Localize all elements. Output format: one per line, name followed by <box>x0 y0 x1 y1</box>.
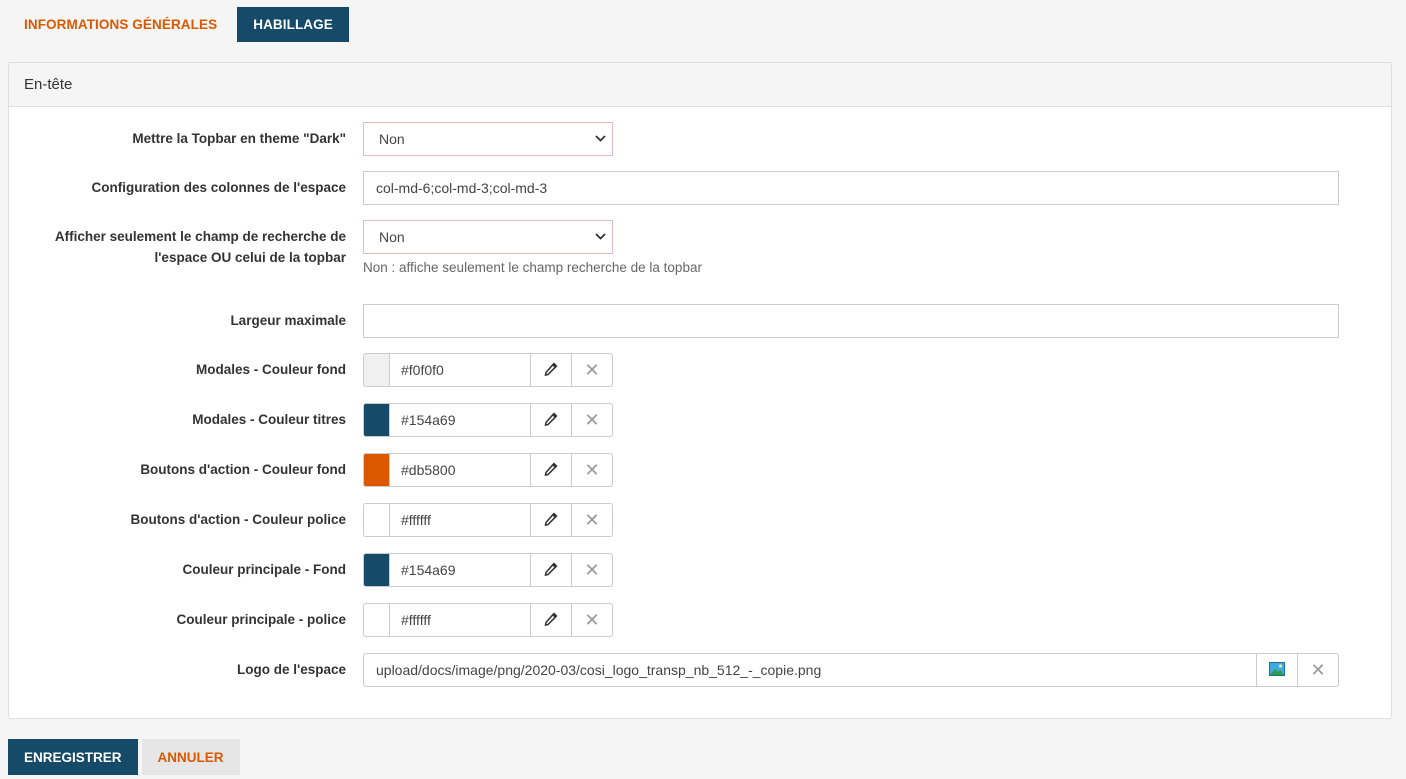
eyedropper-button[interactable] <box>531 553 572 587</box>
close-icon: ✕ <box>584 410 600 430</box>
field-label: Couleur principale - police <box>176 612 346 627</box>
tab-bar: INFORMATIONS GÉNÉRALES HABILLAGE <box>8 7 349 42</box>
eyedropper-icon <box>543 361 559 380</box>
eyedropper-icon <box>543 411 559 430</box>
close-icon: ✕ <box>584 510 600 530</box>
chevron-down-icon <box>595 133 606 145</box>
label-line: l'espace OU celui de la topbar <box>154 250 346 265</box>
search-only-select[interactable]: Non <box>363 220 613 254</box>
save-button[interactable]: ENREGISTRER <box>8 739 138 775</box>
color-swatch[interactable] <box>363 453 389 487</box>
close-icon: ✕ <box>1310 660 1326 680</box>
color-clear-button[interactable]: ✕ <box>572 453 613 487</box>
color-picker-group: #ffffff ✕ <box>363 503 613 537</box>
label-line: Afficher seulement le champ de recherche… <box>54 229 346 244</box>
eyedropper-icon <box>543 561 559 580</box>
eyedropper-button[interactable] <box>531 603 572 637</box>
image-icon <box>1269 661 1285 680</box>
field-label: Boutons d'action - Couleur fond <box>140 462 346 477</box>
cancel-button[interactable]: ANNULER <box>141 739 240 775</box>
color-clear-button[interactable]: ✕ <box>572 553 613 587</box>
field-label: Configuration des colonnes de l'espace <box>91 180 346 195</box>
close-icon: ✕ <box>584 460 600 480</box>
eyedropper-icon <box>543 511 559 530</box>
close-icon: ✕ <box>584 560 600 580</box>
logo-field-group: upload/docs/image/png/2020-03/cosi_logo_… <box>363 653 1339 687</box>
close-icon: ✕ <box>584 610 600 630</box>
color-hex-input[interactable]: #f0f0f0 <box>389 353 531 387</box>
header-settings-panel: En-tête Mettre la Topbar en theme "Dark"… <box>8 62 1392 719</box>
eyedropper-icon <box>543 461 559 480</box>
color-picker-group: #f0f0f0 ✕ <box>363 353 613 387</box>
color-swatch[interactable] <box>363 353 389 387</box>
select-value: Non <box>379 131 405 147</box>
field-label: Logo de l'espace <box>237 662 346 677</box>
tab-habillage[interactable]: HABILLAGE <box>237 7 349 42</box>
columns-input[interactable]: col-md-6;col-md-3;col-md-3 <box>363 171 1339 205</box>
color-hex-input[interactable]: #ffffff <box>389 603 531 637</box>
eyedropper-button[interactable] <box>531 353 572 387</box>
color-picker-group: #ffffff ✕ <box>363 603 613 637</box>
panel-title: En-tête <box>9 63 1391 107</box>
tab-informations-generales[interactable]: INFORMATIONS GÉNÉRALES <box>8 7 233 42</box>
logo-path-input[interactable]: upload/docs/image/png/2020-03/cosi_logo_… <box>363 653 1257 687</box>
color-swatch[interactable] <box>363 553 389 587</box>
field-label: Afficher seulement le champ de recherche… <box>26 226 346 268</box>
field-label: Largeur maximale <box>230 313 346 328</box>
field-label: Mettre la Topbar en theme "Dark" <box>132 131 346 146</box>
form-actions: ENREGISTRER ANNULER <box>8 739 240 775</box>
color-swatch[interactable] <box>363 403 389 437</box>
color-clear-button[interactable]: ✕ <box>572 403 613 437</box>
search-only-control: Non Non : affiche seulement le champ rec… <box>363 220 702 275</box>
eyedropper-button[interactable] <box>531 453 572 487</box>
color-hex-input[interactable]: #ffffff <box>389 503 531 537</box>
color-hex-input[interactable]: #154a69 <box>389 403 531 437</box>
color-clear-button[interactable]: ✕ <box>572 503 613 537</box>
field-label: Couleur principale - Fond <box>182 562 346 577</box>
field-label: Boutons d'action - Couleur police <box>130 512 346 527</box>
color-picker-group: #db5800 ✕ <box>363 453 613 487</box>
image-browse-button[interactable] <box>1257 653 1298 687</box>
field-label: Modales - Couleur fond <box>196 362 346 377</box>
chevron-down-icon <box>595 231 606 243</box>
eyedropper-button[interactable] <box>531 503 572 537</box>
eyedropper-button[interactable] <box>531 403 572 437</box>
color-picker-group: #154a69 ✕ <box>363 403 613 437</box>
color-hex-input[interactable]: #154a69 <box>389 553 531 587</box>
help-text: Non : affiche seulement le champ recherc… <box>363 260 702 275</box>
color-picker-group: #154a69 ✕ <box>363 553 613 587</box>
color-swatch[interactable] <box>363 603 389 637</box>
close-icon: ✕ <box>584 360 600 380</box>
field-label: Modales - Couleur titres <box>192 412 346 427</box>
select-value: Non <box>379 229 405 245</box>
eyedropper-icon <box>543 611 559 630</box>
color-swatch[interactable] <box>363 503 389 537</box>
color-clear-button[interactable]: ✕ <box>572 603 613 637</box>
color-clear-button[interactable]: ✕ <box>572 353 613 387</box>
topbar-dark-select[interactable]: Non <box>363 122 613 156</box>
logo-clear-button[interactable]: ✕ <box>1298 653 1339 687</box>
color-hex-input[interactable]: #db5800 <box>389 453 531 487</box>
max-width-input[interactable] <box>363 304 1339 338</box>
